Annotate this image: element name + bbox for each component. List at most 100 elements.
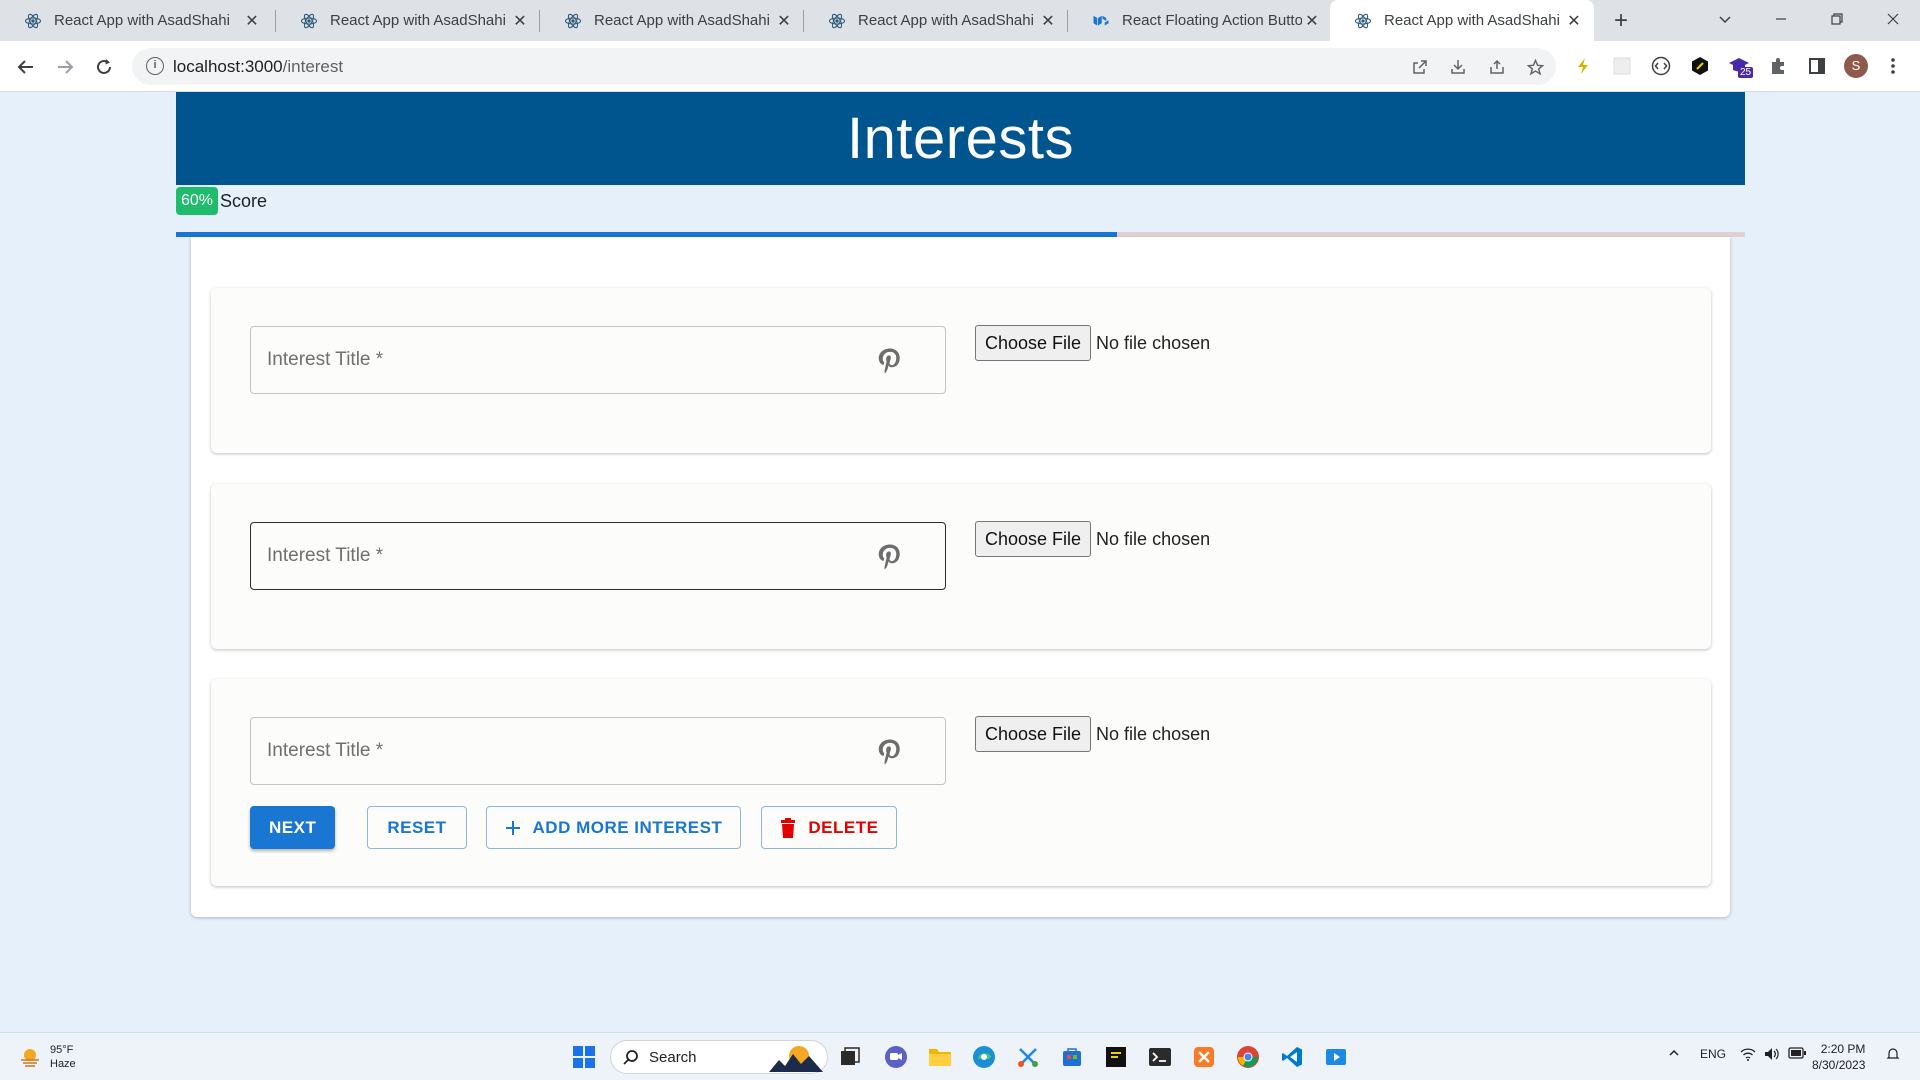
tab-title: React App with AsadShahi bbox=[594, 12, 770, 29]
new-tab-button[interactable]: + bbox=[1606, 6, 1636, 36]
address-bar[interactable]: i localhost:3000/interest bbox=[132, 48, 1556, 85]
file-status-text: No file chosen bbox=[1096, 332, 1211, 353]
notification-bell-icon[interactable] bbox=[1886, 1047, 1900, 1064]
extension-code-icon[interactable] bbox=[1648, 53, 1674, 79]
score-label: Score bbox=[220, 190, 268, 211]
forward-icon[interactable] bbox=[49, 51, 81, 83]
wifi-icon[interactable] bbox=[1740, 1047, 1756, 1064]
url-host: localhost:3000 bbox=[173, 57, 283, 76]
interest-title-input[interactable]: Interest Title * bbox=[250, 717, 946, 785]
file-status-text: No file chosen bbox=[1096, 528, 1211, 549]
vscode-icon[interactable] bbox=[1276, 1041, 1308, 1073]
clock-time: 2:20 PM bbox=[1820, 1042, 1866, 1056]
extension-graduation-icon[interactable]: 25 bbox=[1726, 53, 1754, 79]
extensions-puzzle-icon[interactable] bbox=[1765, 53, 1791, 79]
haze-sun-icon bbox=[21, 1049, 39, 1067]
reload-icon[interactable] bbox=[88, 51, 120, 83]
browser-tab-strip: React App with AsadShahi ✕ React App wit… bbox=[0, 0, 1920, 41]
tab-close-icon[interactable]: ✕ bbox=[1564, 11, 1584, 31]
sticky-notes-icon[interactable] bbox=[1100, 1041, 1132, 1073]
terminal-icon[interactable] bbox=[1144, 1041, 1176, 1073]
install-icon[interactable] bbox=[1448, 57, 1468, 77]
interest-title-input[interactable]: Interest Title * bbox=[250, 522, 946, 590]
back-icon[interactable] bbox=[10, 51, 42, 83]
tray-chevron-icon[interactable] bbox=[1668, 1047, 1680, 1062]
score-indicator: 60% Score bbox=[176, 187, 267, 215]
page-title: Interests bbox=[847, 106, 1074, 171]
bookmark-star-icon[interactable] bbox=[1525, 57, 1545, 77]
edge-icon[interactable] bbox=[968, 1041, 1000, 1073]
browser-tab[interactable]: React App with AsadShahi ✕ bbox=[276, 0, 540, 41]
score-badge: 60% bbox=[176, 187, 219, 215]
tab-close-icon[interactable]: ✕ bbox=[1038, 11, 1058, 31]
file-upload: Choose File No file chosen bbox=[975, 716, 1210, 752]
search-icon bbox=[623, 1050, 638, 1065]
window-close-icon[interactable] bbox=[1866, 0, 1920, 38]
react-icon bbox=[564, 12, 582, 30]
language-indicator[interactable]: ENG bbox=[1700, 1047, 1726, 1061]
tab-close-icon[interactable]: ✕ bbox=[242, 11, 262, 31]
file-upload: Choose File No file chosen bbox=[975, 521, 1210, 557]
windows-start-icon[interactable] bbox=[568, 1041, 600, 1073]
snipping-tool-icon[interactable] bbox=[1012, 1041, 1044, 1073]
store-icon[interactable] bbox=[1056, 1041, 1088, 1073]
volume-icon[interactable] bbox=[1764, 1047, 1780, 1064]
plus-icon bbox=[505, 820, 521, 836]
weather-widget[interactable]: 95°F Haze bbox=[18, 1043, 76, 1071]
side-panel-icon[interactable] bbox=[1804, 53, 1830, 79]
profile-avatar[interactable]: S bbox=[1844, 54, 1868, 78]
tab-close-icon[interactable]: ✕ bbox=[510, 11, 530, 31]
tab-close-icon[interactable]: ✕ bbox=[774, 11, 794, 31]
next-button[interactable]: NEXT bbox=[250, 806, 336, 849]
choose-file-button[interactable]: Choose File bbox=[975, 521, 1092, 557]
chrome-icon[interactable] bbox=[1232, 1041, 1264, 1073]
extension-blank-icon[interactable] bbox=[1609, 53, 1635, 79]
weather-temp: 95°F bbox=[50, 1044, 74, 1056]
system-clock[interactable]: 2:20 PM 8/30/2023 bbox=[1812, 1041, 1865, 1073]
interest-title-placeholder: Interest Title * bbox=[267, 740, 384, 761]
teams-chat-icon[interactable] bbox=[880, 1041, 912, 1073]
restore-icon[interactable] bbox=[1810, 0, 1864, 38]
tab-title: React App with AsadShahi bbox=[54, 12, 230, 29]
react-icon bbox=[24, 12, 42, 30]
open-in-app-icon[interactable] bbox=[1410, 57, 1430, 77]
media-player-icon[interactable] bbox=[1320, 1041, 1352, 1073]
reset-button[interactable]: RESET bbox=[367, 806, 467, 849]
browser-tab[interactable]: React App with AsadShahi ✕ bbox=[540, 0, 804, 41]
pinterest-icon bbox=[878, 348, 900, 374]
browser-tab[interactable]: React Floating Action Button ✕ bbox=[1068, 0, 1332, 41]
tab-search-icon[interactable] bbox=[1698, 0, 1752, 38]
menu-kebab-icon[interactable] bbox=[1880, 53, 1906, 79]
pinterest-icon bbox=[878, 739, 900, 765]
browser-tab[interactable]: React App with AsadShahi ✕ bbox=[0, 0, 272, 41]
weather-desc: Haze bbox=[50, 1058, 76, 1070]
interest-title-placeholder: Interest Title * bbox=[267, 545, 384, 566]
interest-title-placeholder: Interest Title * bbox=[267, 349, 384, 370]
url-text: localhost:3000/interest bbox=[173, 57, 343, 77]
choose-file-button[interactable]: Choose File bbox=[975, 325, 1092, 361]
file-explorer-icon[interactable] bbox=[924, 1041, 956, 1073]
browser-tab-active[interactable]: React App with AsadShahi ✕ bbox=[1330, 0, 1594, 41]
add-more-interest-button[interactable]: ADD MORE INTEREST bbox=[485, 806, 742, 849]
extension-badge: 25 bbox=[1738, 67, 1754, 78]
browser-tab[interactable]: React App with AsadShahi ✕ bbox=[804, 0, 1068, 41]
weather-text: 95°F Haze bbox=[50, 1043, 76, 1071]
form-actions: NEXT RESET ADD MORE INTEREST DELETE bbox=[250, 806, 898, 849]
extension-lightning-icon[interactable] bbox=[1570, 53, 1596, 79]
interest-card: Interest Title * Choose File No file cho… bbox=[211, 288, 1711, 453]
choose-file-button[interactable]: Choose File bbox=[975, 716, 1092, 752]
delete-button[interactable]: DELETE bbox=[761, 806, 898, 849]
interest-title-input[interactable]: Interest Title * bbox=[250, 326, 946, 394]
share-icon[interactable] bbox=[1487, 57, 1507, 77]
xampp-icon[interactable] bbox=[1188, 1041, 1220, 1073]
minimize-icon[interactable] bbox=[1754, 0, 1808, 38]
tab-close-icon[interactable]: ✕ bbox=[1302, 11, 1322, 31]
battery-icon[interactable] bbox=[1788, 1047, 1806, 1062]
task-view-icon[interactable] bbox=[834, 1041, 866, 1073]
extension-hex-icon[interactable] bbox=[1687, 53, 1713, 79]
taskbar-search[interactable]: Search bbox=[610, 1040, 828, 1074]
site-info-icon[interactable]: i bbox=[146, 57, 164, 75]
page-header: Interests bbox=[176, 92, 1745, 185]
add-more-interest-label: ADD MORE INTEREST bbox=[532, 817, 723, 837]
tab-title: React App with AsadShahi bbox=[858, 12, 1034, 29]
